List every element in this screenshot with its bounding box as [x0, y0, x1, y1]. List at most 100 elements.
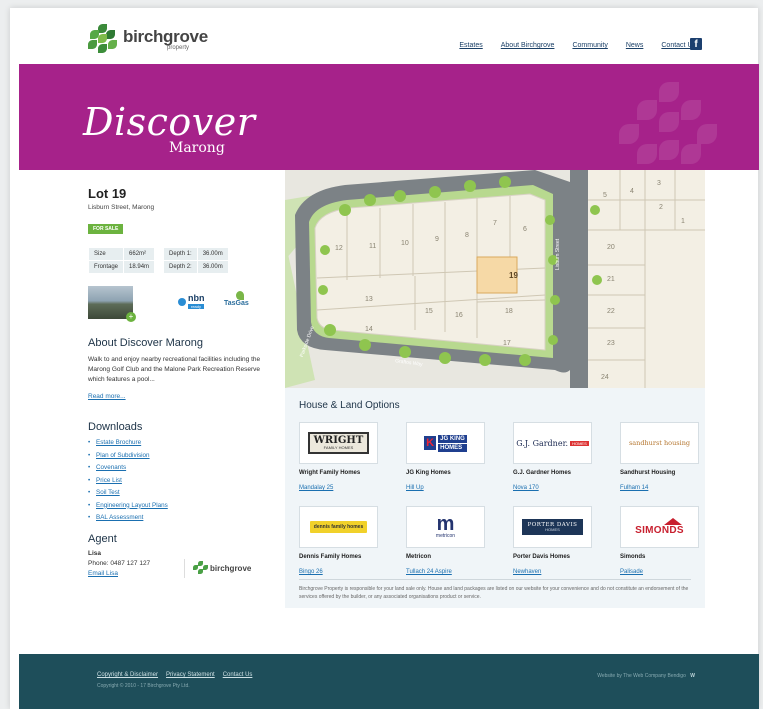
- download-link[interactable]: BAL Assessment: [96, 514, 143, 521]
- lot-map[interactable]: 12 11 10 9 8 7 6 5 4 3 2 1 13 15 16 18 1…: [285, 170, 705, 388]
- download-link[interactable]: Soil Test: [96, 489, 120, 496]
- lot-label: 8: [465, 232, 469, 239]
- design-link[interactable]: Tullach 24 Aspire: [406, 569, 452, 575]
- design-link[interactable]: Newhaven: [513, 569, 541, 575]
- copyright-disclaimer-link[interactable]: Copyright & Disclaimer: [97, 672, 158, 678]
- dennis-family-homes-logo[interactable]: dennis family homes: [299, 506, 378, 548]
- agent-name: Lisa: [88, 550, 102, 558]
- builder-card: SIMONDS Simonds Palisade: [620, 506, 699, 578]
- zoom-icon[interactable]: +: [126, 312, 136, 322]
- page: birchgrove property Estates About Birchg…: [10, 8, 759, 709]
- lot-label: 24: [601, 374, 609, 381]
- design-link[interactable]: Mandalay 25: [299, 485, 333, 491]
- download-link[interactable]: Covenants: [96, 464, 126, 471]
- spec-value: 662m²: [123, 247, 156, 261]
- lot-label: 17: [503, 340, 511, 347]
- banner-title: Discover: [83, 100, 256, 144]
- lot-label: 10: [401, 240, 409, 247]
- leaf-watermark-icon: [619, 82, 719, 166]
- download-link[interactable]: Plan of Subdivision: [96, 452, 150, 459]
- builder-card: dennis family homes Dennis Family Homes …: [299, 506, 378, 578]
- spec-table-right: Depth 1: 36.00m Depth 2: 36.00m: [163, 247, 229, 274]
- builder-name: Simonds: [620, 554, 646, 560]
- estate-photo-thumbnail[interactable]: +: [88, 286, 136, 322]
- spec-value: 36.00m: [196, 260, 229, 274]
- porter-davis-homes-logo[interactable]: PORTER DAVIS HOMES: [513, 506, 592, 548]
- banner-subtitle: Marong: [169, 140, 225, 156]
- nbn-logo: nbn ready: [178, 293, 208, 313]
- nav-about[interactable]: About Birchgrove: [501, 42, 555, 49]
- options-heading: House & Land Options: [299, 400, 400, 411]
- leaf-cluster-icon: [193, 561, 208, 576]
- street-label: Lisburn Street: [555, 238, 561, 270]
- agent-phone: Phone: 0487 127 127: [88, 559, 151, 567]
- facebook-icon[interactable]: f: [690, 38, 702, 50]
- site-footer: Copyright & Disclaimer Privacy Statement…: [19, 654, 759, 709]
- builder-card: WRIGHT FAMILY HOMES Wright Family Homes …: [299, 422, 378, 494]
- lot-label: 21: [607, 276, 615, 283]
- builder-card: PORTER DAVIS HOMES Porter Davis Homes Ne…: [513, 506, 592, 578]
- tasgas-logo-text: TasGas: [224, 299, 249, 307]
- site-header: birchgrove property Estates About Birchg…: [10, 8, 758, 64]
- lot-label: 3: [657, 180, 661, 187]
- tasgas-logo: TasGas: [222, 290, 260, 315]
- spec-table-left: Size 662m² Frontage 18.94m: [87, 247, 156, 274]
- download-link[interactable]: Estate Brochure: [96, 439, 141, 446]
- footer-links: Copyright & Disclaimer Privacy Statement…: [97, 672, 252, 678]
- design-link[interactable]: Palisade: [620, 569, 643, 575]
- design-link[interactable]: Bingo 26: [299, 569, 323, 575]
- builder-name: Metricon: [406, 554, 432, 560]
- nav-news[interactable]: News: [626, 42, 644, 49]
- lot-label: 1: [681, 218, 685, 225]
- design-link[interactable]: Nova 170: [513, 485, 539, 491]
- about-heading: About Discover Marong: [88, 337, 203, 349]
- lot-label: 5: [603, 192, 607, 199]
- lot-address: Lisburn Street, Marong: [88, 204, 155, 211]
- email-agent-link[interactable]: Email Lisa: [88, 570, 118, 577]
- lot-specs: Size 662m² Frontage 18.94m Depth 1: 36.00m …: [87, 247, 278, 274]
- lot-label: 2: [659, 204, 663, 211]
- simonds-logo[interactable]: SIMONDS: [620, 506, 699, 548]
- design-link[interactable]: Fulham 14: [620, 485, 648, 491]
- lot-label: 4: [630, 188, 634, 195]
- lot-label: 23: [607, 340, 615, 347]
- metricon-logo[interactable]: m metricon: [406, 506, 485, 548]
- lot-label: 9: [435, 236, 439, 243]
- builder-card: m metricon Metricon Tullach 24 Aspire: [406, 506, 485, 578]
- builder-logo-text: SIMONDS: [635, 525, 684, 536]
- spec-value: 36.00m: [196, 247, 229, 261]
- hero-banner: Discover Marong: [19, 64, 759, 170]
- builder-card: G.J. Gardner. HOMES G.J. Gardner Homes N…: [513, 422, 592, 494]
- builder-logo-sub: FAMILY HOMES: [323, 445, 354, 450]
- list-item: Soil Test: [88, 489, 278, 496]
- site-credit[interactable]: Website by The Web Company Bendigo W: [597, 673, 695, 679]
- birchgrove-logo[interactable]: birchgrove property: [88, 24, 208, 54]
- design-link[interactable]: Hill Up: [406, 485, 424, 491]
- builder-logo-sub: HOMES: [570, 440, 589, 446]
- builder-logo-text: sandhurst housing: [628, 439, 691, 447]
- privacy-statement-link[interactable]: Privacy Statement: [166, 672, 215, 678]
- download-link[interactable]: Price List: [96, 477, 122, 484]
- list-item: Covenants: [88, 464, 278, 471]
- builder-name: G.J. Gardner Homes: [513, 470, 572, 476]
- read-more-link[interactable]: Read more...: [88, 393, 126, 400]
- sandhurst-housing-logo[interactable]: sandhurst housing: [620, 422, 699, 464]
- list-item: BAL Assessment: [88, 514, 278, 521]
- lot-label-selected[interactable]: 19: [509, 271, 518, 280]
- builder-logo-text: JG KING: [438, 434, 467, 443]
- nav-community[interactable]: Community: [572, 42, 607, 49]
- copyright-text: Copyright © 2010 - 17 Birchgrove Pty Ltd…: [97, 683, 190, 689]
- list-item: Estate Brochure: [88, 439, 278, 446]
- list-item: Engineering Layout Plans: [88, 502, 278, 509]
- download-link[interactable]: Engineering Layout Plans: [96, 502, 168, 509]
- footer-contact-link[interactable]: Contact Us: [223, 672, 253, 678]
- subdivision-plan: [285, 170, 705, 388]
- gj-gardner-homes-logo[interactable]: G.J. Gardner. HOMES: [513, 422, 592, 464]
- jg-king-homes-logo[interactable]: K JG KING HOMES: [406, 422, 485, 464]
- lot-label: 22: [607, 308, 615, 315]
- nav-estates[interactable]: Estates: [459, 42, 482, 49]
- wright-family-homes-logo[interactable]: WRIGHT FAMILY HOMES: [299, 422, 378, 464]
- builder-card: sandhurst housing Sandhurst Housing Fulh…: [620, 422, 699, 494]
- lot-label: 15: [425, 308, 433, 315]
- lot-label: 12: [335, 245, 343, 252]
